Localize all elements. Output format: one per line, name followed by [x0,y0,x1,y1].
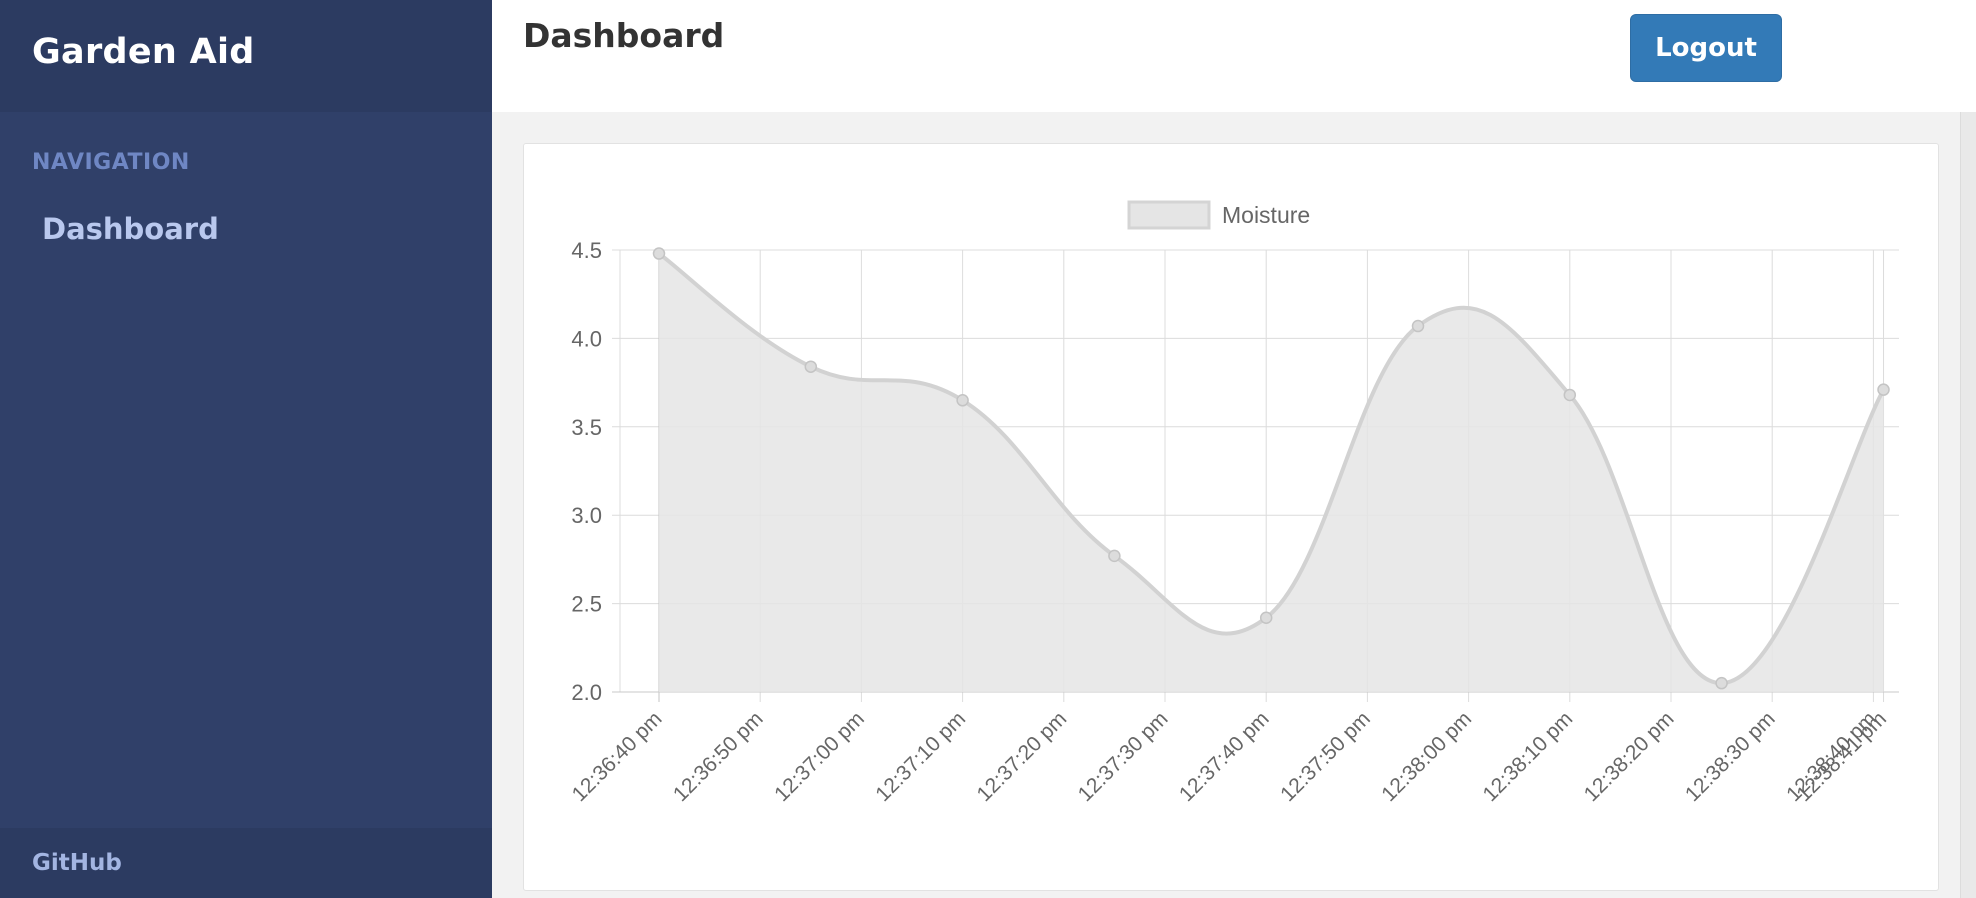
data-point [652,247,666,260]
x-tick-label: 12:38:20 pm [1580,707,1679,806]
legend-swatch [1127,200,1211,230]
y-tick-label: 2.5 [571,592,602,617]
x-tick-label: 12:37:40 pm [1175,707,1274,806]
app-title[interactable]: Garden Aid [32,32,255,72]
y-tick-label: 3.5 [571,415,602,440]
nav-heading: NAVIGATION [32,150,190,175]
y-tick-label: 3.0 [571,503,602,528]
data-point [1715,676,1728,690]
page-title: Dashboard [523,16,725,55]
x-tick-label: 12:38:10 pm [1479,707,1578,806]
sidebar-item-dashboard[interactable]: Dashboard [42,212,219,246]
y-tick-label: 4.0 [571,326,602,351]
sidebar: Garden Aid NAVIGATION Dashboard GitHub [0,0,492,898]
moisture-area [659,253,1884,692]
brand-header: Garden Aid [0,0,492,112]
scrollbar-track[interactable] [1960,112,1976,898]
data-point [1563,388,1577,402]
data-point [956,394,969,407]
github-link[interactable]: GitHub [32,850,122,876]
data-point [804,360,818,373]
x-tick-label: 12:37:20 pm [973,707,1072,806]
logout-button[interactable]: Logout [1630,14,1782,82]
x-tick-label: 12:38:30 pm [1681,707,1780,806]
chart-panel: 4.5 4.0 3.5 3.0 2.5 2.0 12:36:40 pm 12:36:50 pm… [523,143,1939,891]
top-bar: Dashboard Logout [492,0,1976,112]
data-point [1259,611,1273,624]
x-tick-label: 12:38:00 pm [1377,707,1476,806]
x-tick-label: 12:36:50 pm [669,707,768,806]
moisture-chart: 4.5 4.0 3.5 3.0 2.5 2.012:36:40 pm 12:36:50 pm… [568,200,1899,806]
data-point [1108,549,1121,563]
y-tick-label: 2.0 [571,680,602,705]
x-tick-label: 12:37:00 pm [770,707,869,806]
x-tick-label: 12:37:10 pm [871,707,970,806]
x-tick-label: 12:38:41 pm [1792,707,1891,806]
legend-label: Moisture [1222,202,1310,228]
x-tick-label: 12:36:40 pm [568,707,667,806]
x-tick-label: 12:37:30 pm [1074,707,1173,806]
data-point [1877,383,1890,396]
sidebar-footer: GitHub [0,828,492,898]
data-point [1411,319,1425,333]
y-tick-label: 4.5 [571,238,602,263]
x-tick-label: 12:37:50 pm [1276,707,1375,806]
